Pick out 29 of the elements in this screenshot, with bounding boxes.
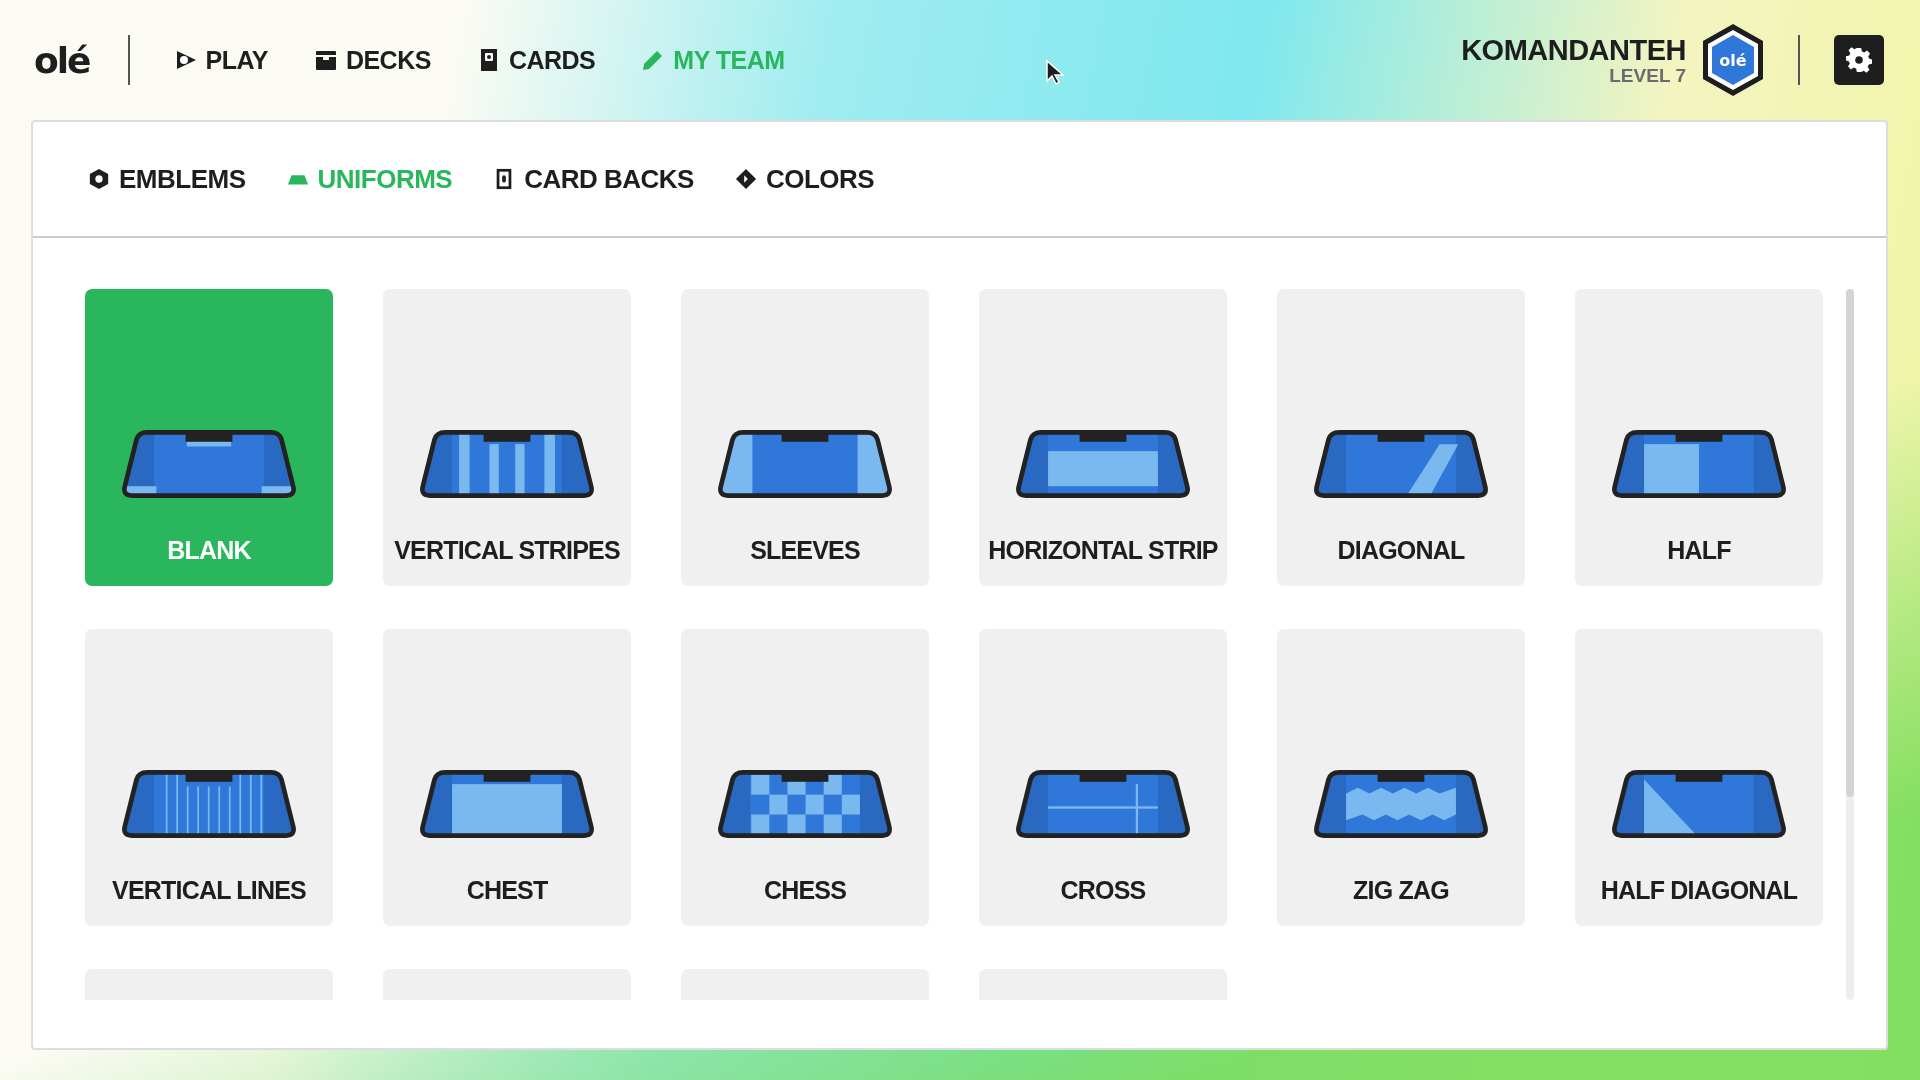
uniform-card[interactable]: CROSS bbox=[979, 629, 1227, 926]
uniform-card[interactable]: HORIZONTAL STRIP bbox=[979, 289, 1227, 586]
deck-box-icon bbox=[313, 48, 338, 72]
category-tab[interactable]: CARD BACKS bbox=[492, 163, 694, 195]
settings-icon bbox=[1846, 47, 1872, 73]
scrollbar[interactable] bbox=[1846, 289, 1854, 1000]
uniform-card[interactable]: SLEEVES bbox=[681, 289, 929, 586]
uniform-card[interactable]: CHEST bbox=[383, 629, 631, 926]
category-tab[interactable]: COLORS bbox=[733, 163, 875, 195]
uniform-card[interactable]: DIAGONAL bbox=[1277, 289, 1525, 586]
ole-logo[interactable]: olé bbox=[34, 39, 90, 81]
uniform-card[interactable]: ZIG ZAG bbox=[1277, 629, 1525, 926]
player-level: LEVEL 7 bbox=[1609, 64, 1686, 87]
uniform-card[interactable]: CHESS bbox=[681, 629, 929, 926]
uniform-card[interactable]: HALF DIAGONAL bbox=[1575, 629, 1823, 926]
scrollbar-thumb[interactable] bbox=[1846, 289, 1854, 797]
category-tab[interactable]: EMBLEMS bbox=[87, 163, 246, 195]
uniform-card[interactable]: VERTICAL STRIPES bbox=[383, 289, 631, 586]
settings-button[interactable] bbox=[1834, 35, 1884, 85]
diamond-icon bbox=[733, 168, 758, 190]
player-name: KOMANDANTEH bbox=[1461, 33, 1686, 67]
hexagon-icon bbox=[87, 168, 111, 190]
team-emblem[interactable]: olé bbox=[1700, 22, 1766, 98]
uniform-card[interactable]: VERTICAL LINES bbox=[85, 629, 333, 926]
uniform-card[interactable]: HALF bbox=[1575, 289, 1823, 586]
nav-link[interactable]: CARDS bbox=[476, 45, 596, 75]
nav-link[interactable]: DECKS bbox=[313, 45, 431, 75]
mouse-cursor-icon bbox=[1044, 59, 1067, 85]
nav-link[interactable]: PLAY bbox=[173, 45, 268, 75]
